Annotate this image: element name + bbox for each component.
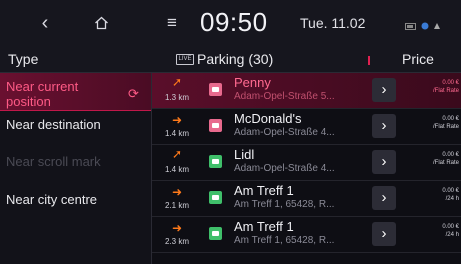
- direction-arrow-icon: ➚: [172, 147, 183, 161]
- distance: 2.3 km: [165, 237, 190, 246]
- home-icon[interactable]: [86, 0, 116, 46]
- parking-title: Parking (30): [197, 51, 274, 67]
- distance: 1.4 km: [165, 165, 190, 174]
- date: Tue. 11.02: [300, 15, 366, 31]
- distance: 1.3 km: [165, 93, 190, 102]
- parking-badge-icon: [209, 83, 222, 96]
- list-item[interactable]: ➜ 2.3 km Am Treff 1 Am Treff 1, 65428, R…: [152, 217, 461, 253]
- back-arrow-icon[interactable]: ‹: [30, 0, 60, 46]
- battery-icon: [405, 17, 417, 35]
- details-button[interactable]: ›: [372, 78, 396, 102]
- type-column-header: Type: [8, 51, 39, 67]
- parking-name: Penny: [234, 75, 271, 90]
- price-amount: 0.00 €: [442, 152, 459, 158]
- parking-list: ➚ 1.3 km Penny Adam-Opel-Straße 5... › 0…: [152, 73, 461, 264]
- live-badge: LIVE: [176, 54, 194, 65]
- sidebar-item-near-destination[interactable]: Near destination: [0, 111, 151, 147]
- refresh-icon[interactable]: ⟳: [128, 86, 139, 102]
- parking-address: Adam-Opel-Straße 4...: [234, 163, 335, 174]
- sidebar-item-near-scroll-mark: Near scroll mark: [0, 148, 151, 185]
- list-item[interactable]: ➚ 1.4 km Lidl Adam-Opel-Straße 4... › 0.…: [152, 145, 461, 181]
- list-item[interactable]: ➚ 1.3 km Penny Adam-Opel-Straße 5... › 0…: [152, 73, 461, 109]
- price-unit: /24 h: [445, 232, 459, 238]
- sidebar-item-label: Near scroll mark: [6, 154, 101, 169]
- price-column-header[interactable]: Price: [402, 51, 434, 67]
- details-button[interactable]: ›: [372, 222, 396, 246]
- price-unit: /Flat Rate: [432, 124, 459, 130]
- parking-badge-icon: [209, 227, 222, 240]
- clock: 09:50: [200, 7, 268, 37]
- parking-name: Lidl: [234, 147, 255, 162]
- distance: 2.1 km: [165, 201, 190, 210]
- direction-arrow-icon: ➜: [172, 185, 183, 199]
- list-item[interactable]: ➜ 2.1 km Am Treff 1 Am Treff 1, 65428, R…: [152, 181, 461, 217]
- parking-address: Am Treff 1, 65428, R...: [234, 199, 335, 210]
- details-button[interactable]: ›: [372, 150, 396, 174]
- list-item[interactable]: ➜ 1.4 km McDonald's Adam-Opel-Straße 4..…: [152, 109, 461, 145]
- distance: 1.4 km: [165, 129, 190, 138]
- direction-arrow-icon: ➜: [172, 221, 183, 235]
- price-unit: /24 h: [445, 196, 459, 202]
- direction-arrow-icon: ➚: [172, 75, 183, 89]
- type-sidebar: Near current position ⟳ Near destination…: [0, 73, 152, 264]
- details-button[interactable]: ›: [372, 114, 396, 138]
- sidebar-item-label: Near city centre: [6, 192, 98, 207]
- sort-indicator: [368, 56, 370, 65]
- top-bar: ‹ ≡ 09:50 Tue. 11.02: [0, 0, 461, 46]
- price-amount: 0.00 €: [442, 188, 459, 194]
- sidebar-item-label: Near destination: [6, 117, 101, 132]
- sidebar-item-near-city-centre[interactable]: Near city centre: [0, 186, 151, 223]
- parking-address: Adam-Opel-Straße 5...: [234, 91, 335, 102]
- parking-badge-icon: [209, 191, 222, 204]
- parking-badge-icon: [209, 155, 222, 168]
- parking-address: Adam-Opel-Straße 4...: [234, 127, 335, 138]
- status-icons: [405, 17, 441, 35]
- sidebar-item-near-current-position[interactable]: Near current position ⟳: [0, 73, 151, 111]
- parking-badge-icon: [209, 119, 222, 132]
- parking-name: Am Treff 1: [234, 183, 294, 198]
- price-unit: /Flat Rate: [432, 88, 459, 94]
- connection-icon: [420, 17, 430, 35]
- price-amount: 0.00 €: [442, 116, 459, 122]
- parking-address: Am Treff 1, 65428, R...: [234, 235, 335, 246]
- menu-icon[interactable]: ≡: [160, 0, 184, 46]
- price-unit: /Flat Rate: [432, 160, 459, 166]
- sidebar-item-label: Near current position: [6, 79, 79, 109]
- parking-name: McDonald's: [234, 111, 302, 126]
- signal-icon: [433, 17, 441, 35]
- column-headers: Type LIVE Parking (30) Price: [0, 46, 461, 73]
- direction-arrow-icon: ➜: [172, 113, 183, 127]
- parking-name: Am Treff 1: [234, 219, 294, 234]
- price-amount: 0.00 €: [442, 224, 459, 230]
- price-amount: 0.00 €: [442, 80, 459, 86]
- details-button[interactable]: ›: [372, 186, 396, 210]
